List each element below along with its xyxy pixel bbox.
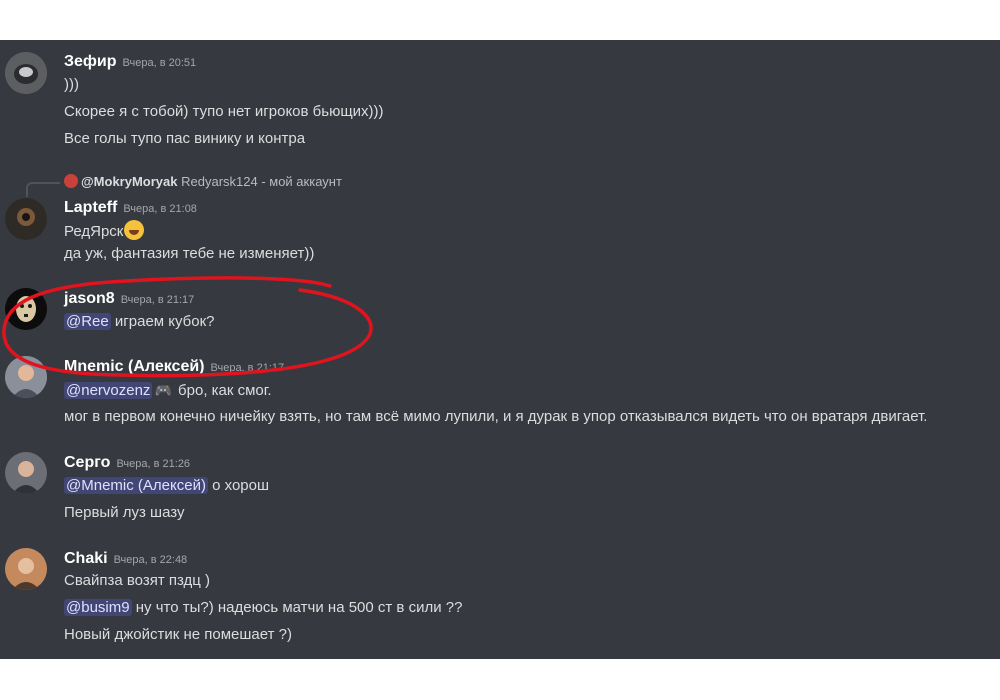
chat-panel: Зефир Вчера, в 20:51 ))) Скорее я с тобой… xyxy=(0,40,1000,659)
avatar[interactable] xyxy=(5,356,47,398)
avatar[interactable] xyxy=(5,548,47,590)
author-name[interactable]: Серго xyxy=(64,454,110,471)
timestamp: Вчера, в 22:48 xyxy=(113,554,188,566)
reply-text: Redyarsk124 - мой аккаунт xyxy=(181,174,342,189)
author-name[interactable]: Chaki xyxy=(64,550,108,567)
message-text: ))) xyxy=(64,76,79,93)
user-mention[interactable]: @Mnemic (Алексей) xyxy=(64,477,208,494)
reply-avatar xyxy=(64,174,78,188)
message-text: Первый луз шазу xyxy=(64,504,185,521)
reply-author[interactable]: @MokryMoryak xyxy=(81,174,177,189)
message-text: Все голы тупо пас винику и контра xyxy=(64,130,306,147)
message-text: РедЯрск xyxy=(64,223,124,240)
timestamp: Вчера, в 21:17 xyxy=(120,294,195,306)
laughing-emoji-icon xyxy=(124,220,145,240)
message-text: играем кубок? xyxy=(110,313,215,330)
gamepad-icon: 🎮 xyxy=(154,382,172,398)
message-text: Свайпза возят пздц ) xyxy=(64,572,211,589)
message-text: Скорее я с тобой) тупо нет игроков бьющи… xyxy=(64,103,384,120)
timestamp: Вчера, в 21:26 xyxy=(116,458,191,470)
avatar[interactable] xyxy=(5,452,47,494)
user-mention[interactable]: @nervozenz xyxy=(64,382,153,399)
author-name[interactable]: Mnemic (Алексей) xyxy=(64,358,205,375)
author-name[interactable]: Lapteff xyxy=(64,199,117,216)
message-text: да уж, фантазия тебе не изменяет)) xyxy=(64,245,315,262)
message-text: о хорош xyxy=(207,477,270,494)
message-text-row: @Mnemic (Алексей) о хорош xyxy=(64,476,269,496)
message-text-row: РедЯрск xyxy=(64,220,145,242)
message-text: мог в первом конечно ничейку взять, но т… xyxy=(64,408,928,425)
timestamp: Вчера, в 21:08 xyxy=(123,203,197,215)
reply-reference[interactable]: @MokryMoryak Redyarsk124 - мой аккаунт xyxy=(64,174,342,189)
author-name[interactable]: Зефир xyxy=(64,53,117,70)
timestamp: Вчера, в 20:51 xyxy=(122,57,197,69)
avatar[interactable] xyxy=(5,288,47,330)
message-text-row: @Ree играем кубок? xyxy=(64,312,215,332)
avatar[interactable] xyxy=(5,198,47,240)
timestamp: Вчера, в 21:17 xyxy=(210,362,285,374)
message-text-row: @busim9 ну что ты?) надеюсь матчи на 500… xyxy=(64,598,462,618)
user-mention[interactable]: @Ree xyxy=(64,313,111,330)
avatar[interactable] xyxy=(5,52,47,94)
message-text: бро, как смог. xyxy=(173,382,272,399)
author-name[interactable]: jason8 xyxy=(64,290,115,307)
message-text-row: @nervozenz 🎮 бро, как смог. xyxy=(64,380,272,401)
message-text: ну что ты?) надеюсь матчи на 500 ст в си… xyxy=(131,599,463,616)
user-mention[interactable]: @busim9 xyxy=(64,599,132,616)
reply-spine xyxy=(26,182,60,197)
message-text: Новый джойстик не помешает ?) xyxy=(64,626,292,643)
